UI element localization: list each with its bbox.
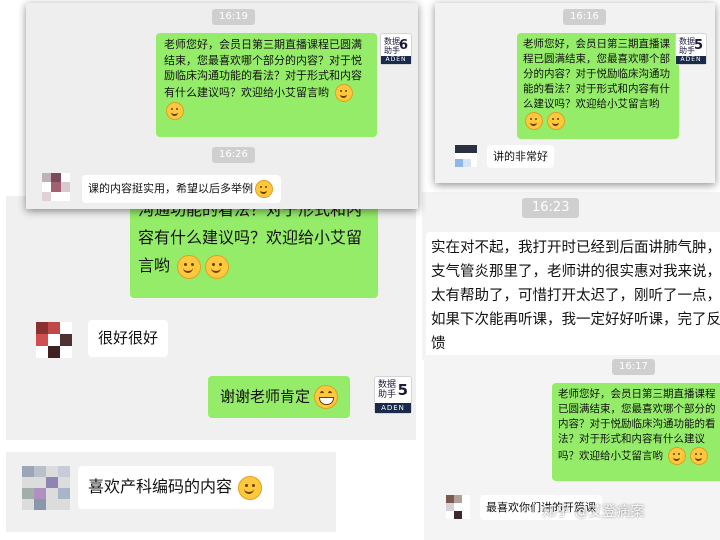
message-bubble-teacher[interactable]: 沟通功能的看法？对于形式和内容有什么建议吗？欢迎给小艾留言哟 — [130, 196, 378, 298]
chat-screenshot-f: 16:17 老师您好，会员日第三期直播课程已圆满结束，您最喜欢哪个部分的内容？对… — [424, 355, 720, 540]
message-bubble-reply[interactable]: 喜欢产科编码的内容 — [78, 466, 275, 509]
smile-emoji-icon — [255, 180, 273, 198]
badge-number: 6 — [398, 38, 408, 53]
timestamp: 16:26 — [212, 147, 255, 163]
teacher-message-text: 沟通功能的看法？对于形式和内容有什么建议吗？欢迎给小艾留言哟 — [138, 200, 363, 275]
reply-text: 很好很好 — [98, 329, 159, 347]
smile-emoji-icon — [205, 254, 230, 279]
smile-emoji-icon — [525, 112, 543, 130]
bot-avatar-badge: 数据助手 5 ADEN — [374, 376, 412, 414]
message-bubble-reply[interactable]: 讲的非常好 — [487, 145, 554, 169]
teacher-message-text: 老师您好，会员日第三期直播课程已圆满结束，您最喜欢哪个部分的内容？对于悦励临床沟… — [523, 38, 670, 110]
timestamp: 16:19 — [212, 9, 255, 25]
message-bubble-teacher[interactable]: 老师您好，会员日第三期直播课程已圆满结束，您最喜欢哪个部分的内容？对于悦励临床沟… — [517, 33, 679, 139]
user-avatar[interactable] — [42, 173, 70, 201]
smile-emoji-icon — [547, 112, 565, 130]
message-bubble-reply[interactable]: 实在对不起，我打开时已经到后面讲肺气肿，支气管炎那里了，老师讲的很实惠对我来说，… — [426, 232, 720, 360]
reply-text: 讲的非常好 — [493, 150, 548, 163]
user-avatar[interactable] — [446, 495, 470, 519]
message-bubble-teacher[interactable]: 老师您好，会员日第三期直播课程已圆满结束，您最喜欢哪个部分的内容？对于悦励临床沟… — [156, 33, 377, 137]
smile-emoji-icon — [690, 447, 709, 465]
badge-brand: ADEN — [381, 56, 411, 64]
reply-text: 课的内容挺实用，希望以后多举例 — [88, 182, 253, 195]
chat-screenshot-b: 沟通功能的看法？对于形式和内容有什么建议吗？欢迎给小艾留言哟 很好很好 谢谢老师… — [6, 196, 416, 440]
timestamp: 16:23 — [522, 198, 580, 218]
user-avatar[interactable] — [22, 466, 70, 510]
message-bubble-thanks[interactable]: 谢谢老师肯定 — [208, 376, 351, 418]
smile-emoji-icon — [334, 83, 353, 102]
message-bubble-reply[interactable]: 课的内容挺实用，希望以后多举例 — [82, 175, 281, 203]
grin-emoji-icon — [314, 385, 339, 409]
bot-avatar-badge: 数据助手 5 ADEN — [675, 33, 707, 65]
chat-screenshot-a: 16:19 老师您好，会员日第三期直播课程已圆满结束，您最喜欢哪个部分的内容？对… — [26, 3, 418, 209]
user-avatar[interactable] — [36, 322, 72, 358]
timestamp: 16:16 — [563, 9, 606, 25]
badge-number: 5 — [397, 381, 408, 399]
user-avatar[interactable] — [455, 145, 477, 167]
reply-text: 喜欢产科编码的内容 — [88, 477, 233, 496]
badge-brand: ADEN — [375, 403, 411, 413]
chat-screenshot-e: 16:23 实在对不起，我打开时已经到后面讲肺气肿，支气管炎那里了，老师讲的很实… — [422, 192, 720, 360]
chat-screenshot-c: 喜欢产科编码的内容 — [6, 452, 336, 532]
timestamp: 16:17 — [612, 359, 655, 375]
thanks-text: 谢谢老师肯定 — [220, 387, 311, 406]
smile-emoji-icon — [177, 254, 202, 279]
reply-text: 实在对不起，我打开时已经到后面讲肺气肿，支气管炎那里了，老师讲的很实惠对我来说，… — [431, 240, 720, 352]
smile-emoji-icon — [238, 475, 263, 500]
smile-emoji-icon — [166, 101, 184, 120]
watermark: 知乎 @艾登病案 — [542, 504, 645, 520]
badge-brand: ADEN — [676, 56, 706, 64]
smile-emoji-icon — [668, 447, 687, 465]
message-bubble-teacher[interactable]: 老师您好，会员日第三期直播课程已圆满结束，您最喜欢哪个部分的内容？对于悦励临床沟… — [552, 383, 720, 481]
message-bubble-reply[interactable]: 很好很好 — [88, 320, 169, 357]
teacher-message-text: 老师您好，会员日第三期直播课程已圆满结束，您最喜欢哪个部分的内容？对于悦励临床沟… — [164, 38, 362, 99]
badge-number: 5 — [693, 38, 703, 53]
chat-screenshot-d: 16:16 老师您好，会员日第三期直播课程已圆满结束，您最喜欢哪个部分的内容？对… — [435, 3, 715, 183]
bot-avatar-badge: 数据助手 6 ADEN — [380, 33, 412, 65]
